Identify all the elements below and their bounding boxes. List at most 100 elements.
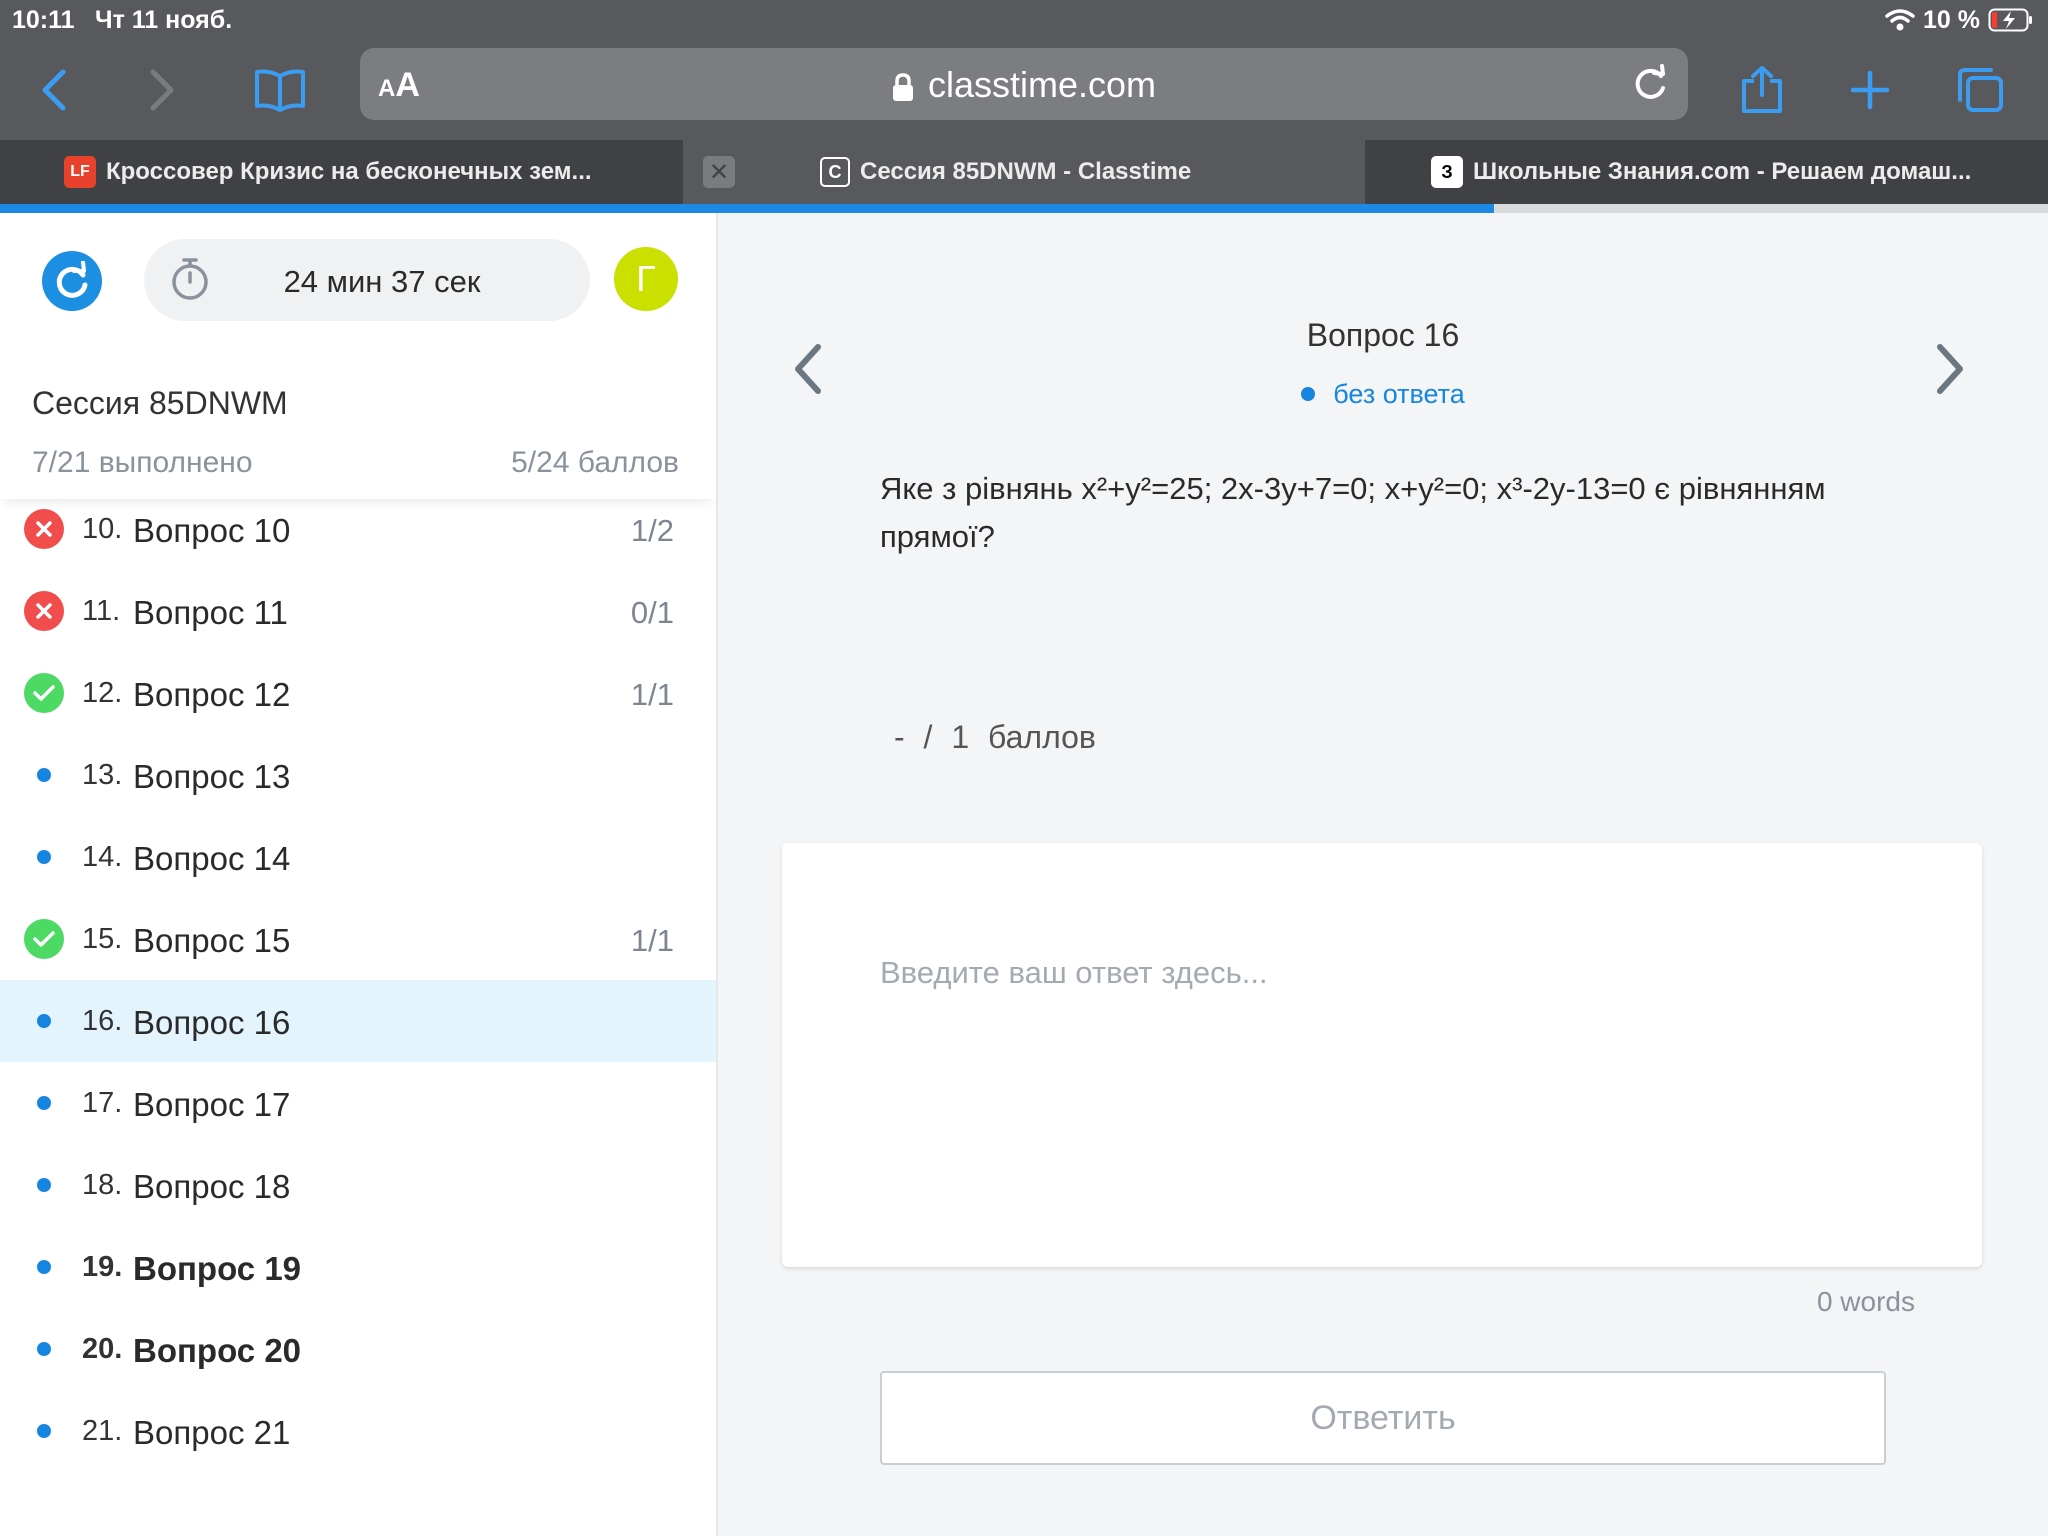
question-score: 1/1 [630,923,674,958]
browser-toolbar: AA classtime.com [0,40,2048,140]
unanswered-dot-icon [37,768,51,782]
wifi-icon [1885,9,1915,31]
question-status-text: без ответа [1333,379,1465,409]
question-number: 19. [82,1251,123,1283]
question-status-icon [24,1411,64,1451]
word-count: 0 words [1816,1286,1915,1317]
question-panel: Вопрос 16 без ответа Яке з рівнянь x²+y²… [718,213,2048,1536]
status-right: 10 % [1885,4,2034,36]
question-points: - / 1 баллов [894,719,1096,755]
question-title: Вопрос 16 [1306,317,1460,353]
question-status-icon [24,1329,64,1369]
question-status: без ответа [718,379,2048,410]
question-number: 10. [82,513,123,545]
status-time: 10:11 [12,6,75,34]
question-list-item[interactable]: 13. Вопрос 13 [0,734,716,816]
question-number: 12. [82,677,123,709]
chevron-right-icon [150,69,174,111]
tab-classtime[interactable]: ✕ C Сессия 85DNWM - Classtime [683,140,1365,204]
correct-answer-icon [24,919,64,959]
page-load-progress-track [1494,204,2048,213]
tab-bar: LF Кроссовер Кризис на бесконечных зем..… [0,140,2048,204]
status-bar: 10:11 Чт 11 нояб. 10 % [0,0,2048,40]
question-label: Вопрос 14 [133,840,291,877]
battery-icon [1988,8,2032,32]
completed-count: 7/21 выполнено [32,446,253,479]
chevron-left-icon [42,69,66,111]
tab-crossover[interactable]: LF Кроссовер Кризис на бесконечных зем..… [0,140,683,204]
tab-title: Кроссовер Кризис на бесконечных зем... [106,158,592,185]
unanswered-dot-icon [37,1014,51,1028]
question-label: Вопрос 11 [133,594,288,631]
share-icon [1742,66,1782,113]
unanswered-dot-icon [37,850,51,864]
question-list-item[interactable]: 11. Вопрос 11 0/1 [0,570,716,652]
question-list-item[interactable]: 12. Вопрос 12 1/1 [0,652,716,734]
forward-button[interactable] [130,58,194,122]
question-list-item[interactable]: 15. Вопрос 15 1/1 [0,898,716,980]
tab-title: Школьные Знания.com - Решаем домаш... [1473,158,1972,185]
page-load-progress [0,204,1494,213]
url-text: classtime.com [927,64,1157,105]
answer-input[interactable] [880,943,1880,1003]
question-status-icon [24,509,64,549]
question-number: 16. [82,1005,123,1037]
tabs-overview-button[interactable] [1948,58,2012,122]
classtime-logo[interactable] [42,251,102,311]
question-list-item[interactable]: 20. Вопрос 20 [0,1308,716,1390]
question-number: 14. [82,841,123,873]
close-tab-icon[interactable]: ✕ [703,156,735,188]
znania-favicon-icon: З [1431,156,1463,188]
status-dot-icon [1301,386,1316,401]
question-number: 11. [82,595,121,627]
question-label: Вопрос 13 [133,758,291,795]
unanswered-dot-icon [37,1178,51,1192]
status-date: Чт 11 нояб. [95,6,233,34]
question-number: 21. [82,1415,123,1447]
reload-icon[interactable] [1630,64,1670,104]
lf-favicon-icon: LF [64,156,96,188]
question-number: 13. [82,759,123,791]
session-title: Сессия 85DNWM [32,385,288,421]
unanswered-dot-icon [37,1342,51,1356]
unanswered-dot-icon [37,1260,51,1274]
question-number: 15. [82,923,123,955]
question-list-item[interactable]: 19. Вопрос 19 [0,1226,716,1308]
lock-icon [892,73,913,102]
url-bar[interactable]: AA classtime.com [360,48,1688,120]
question-label: Вопрос 12 [133,676,291,713]
bookmarks-button[interactable] [248,58,312,122]
url-display[interactable]: classtime.com [360,64,1688,106]
back-button[interactable] [22,58,86,122]
question-score: 1/2 [630,513,674,548]
question-status-icon [24,673,64,713]
question-list-item[interactable]: 17. Вопрос 17 [0,1062,716,1144]
answer-box[interactable] [782,843,1982,1267]
question-number: 17. [82,1087,123,1119]
avatar[interactable]: Г [614,247,678,311]
share-button[interactable] [1730,58,1794,122]
new-tab-button[interactable] [1838,58,1902,122]
question-list-item[interactable]: 14. Вопрос 14 [0,816,716,898]
question-status-icon [24,1247,64,1287]
question-sidebar: 9.Вопрос 910.Вопрос 101/211.Вопрос 110/1… [0,213,718,1536]
question-label: Вопрос 16 [133,1004,291,1041]
submit-answer-button[interactable]: Ответить [880,1371,1886,1465]
refresh-logo-icon [56,261,88,298]
unanswered-dot-icon [37,1424,51,1438]
question-status-icon [24,837,64,877]
question-list-item[interactable]: 18. Вопрос 18 [0,1144,716,1226]
question-status-icon [24,919,64,959]
tab-znania[interactable]: З Школьные Знания.com - Решаем домаш... [1365,140,2048,204]
sidebar-header: 24 мин 37 сек Г Сессия 85DNWM 7/21 выпол… [0,213,716,499]
question-label: Вопрос 19 [133,1250,302,1287]
timer-text: 24 мин 37 сек [283,264,481,299]
question-label: Вопрос 10 [133,512,291,549]
question-list-item[interactable]: 21. Вопрос 21 [0,1390,716,1472]
question-score: 0/1 [630,595,674,630]
classtime-favicon-icon: C [820,157,850,187]
question-score: 1/1 [630,677,674,712]
question-status-icon [24,591,64,631]
question-list-item[interactable]: 16. Вопрос 16 [0,980,716,1062]
question-list-item[interactable]: 10. Вопрос 10 1/2 [0,488,716,570]
